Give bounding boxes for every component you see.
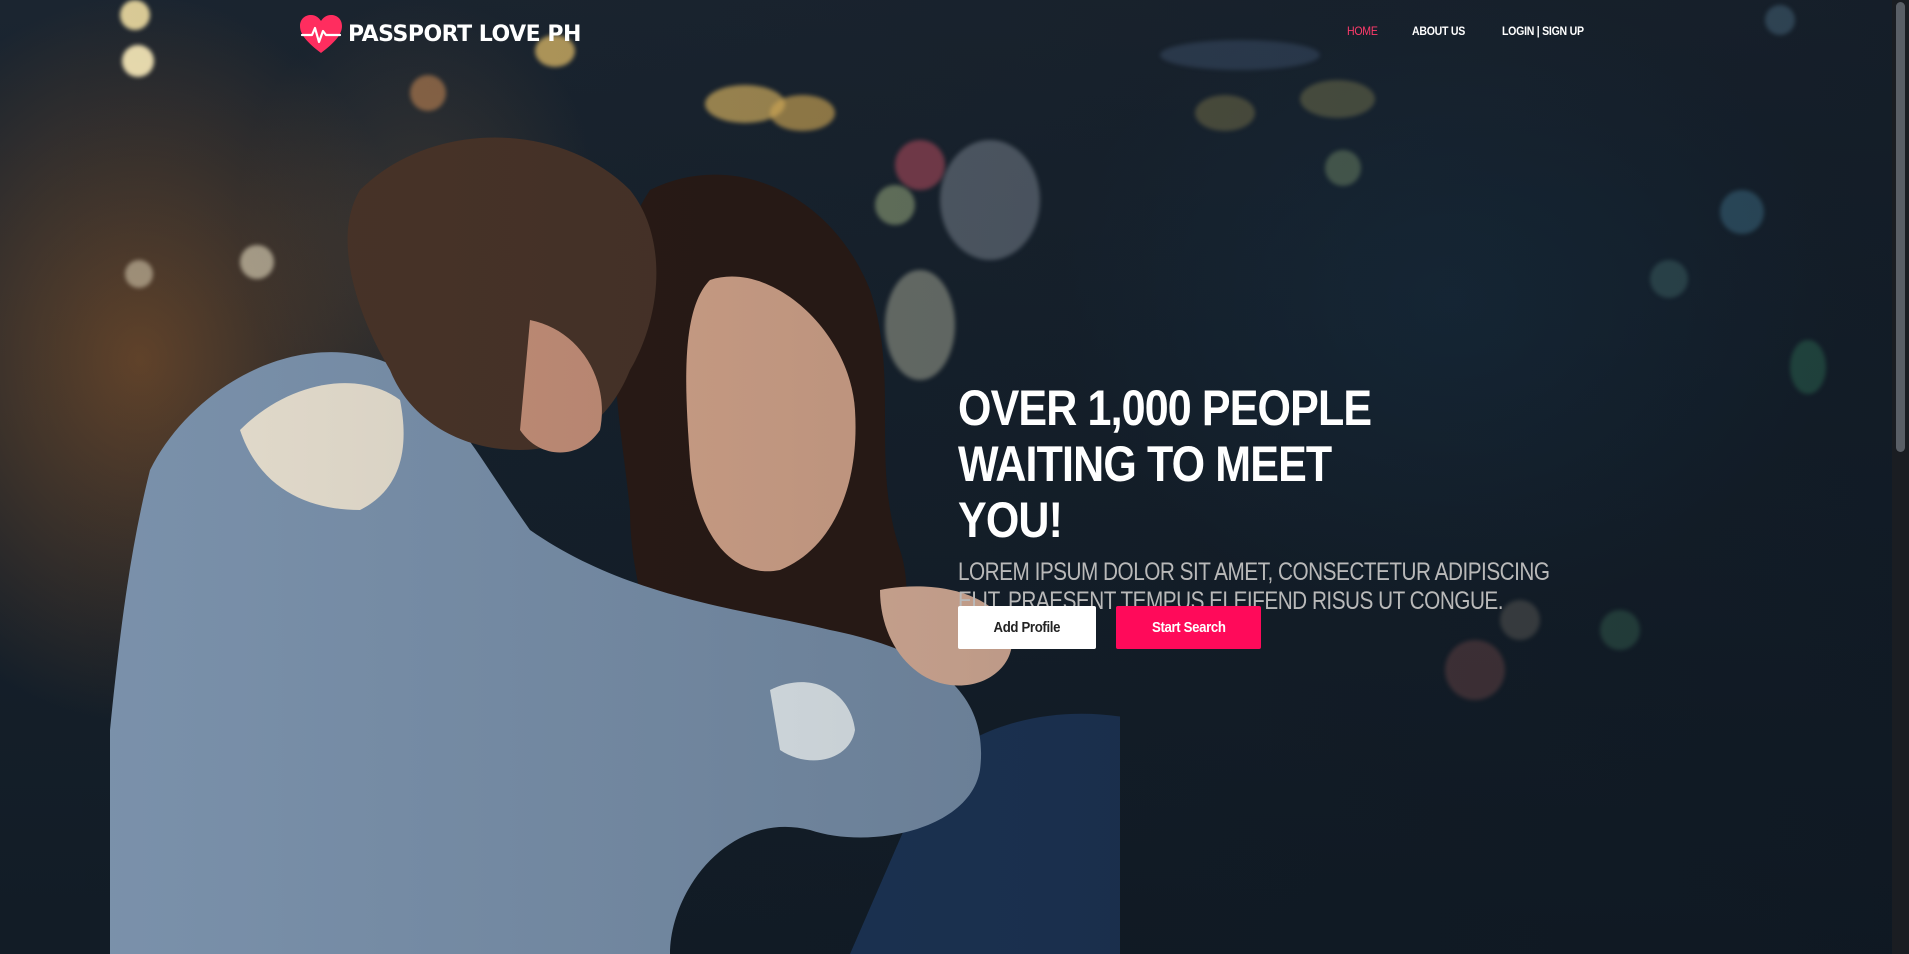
add-profile-label: Add Profile [993, 619, 1061, 636]
bokeh-light [1720, 190, 1764, 234]
bokeh-light [1300, 80, 1375, 118]
bokeh-light [1600, 610, 1640, 650]
hero-content: OVER 1,000 PEOPLE WAITING TO MEET YOU! L… [958, 380, 1678, 616]
hero-buttons: Add Profile Start Search [958, 606, 1261, 649]
add-profile-button[interactable]: Add Profile [958, 606, 1096, 649]
site-header: PASSPORT LOVE PH HOME ABOUT US LOGIN | S… [0, 0, 1909, 66]
brand-name: PASSPORT LOVE PH [348, 21, 581, 47]
page-scrollbar[interactable] [1892, 0, 1909, 954]
heart-pulse-icon [300, 15, 342, 53]
nav-item-home[interactable]: HOME [1347, 24, 1378, 38]
nav-item-login-signup[interactable]: LOGIN | SIGN UP [1502, 24, 1584, 38]
bokeh-light [770, 95, 835, 131]
bokeh-light [1790, 340, 1826, 394]
scrollbar-thumb[interactable] [1896, 2, 1905, 452]
landing-page: PASSPORT LOVE PH HOME ABOUT US LOGIN | S… [0, 0, 1909, 954]
logo-link[interactable]: PASSPORT LOVE PH [298, 13, 581, 55]
bokeh-light [410, 75, 446, 111]
start-search-button[interactable]: Start Search [1116, 606, 1261, 649]
bokeh-light [1325, 150, 1361, 186]
bokeh-light [1195, 95, 1255, 131]
nav-item-about-us[interactable]: ABOUT US [1412, 24, 1465, 38]
hero-title: OVER 1,000 PEOPLE WAITING TO MEET YOU! [958, 380, 1372, 548]
main-nav: HOME ABOUT US LOGIN | SIGN UP [1347, 24, 1595, 38]
bokeh-light [1445, 640, 1505, 700]
bokeh-light [1650, 260, 1688, 298]
start-search-label: Start Search [1151, 619, 1226, 636]
